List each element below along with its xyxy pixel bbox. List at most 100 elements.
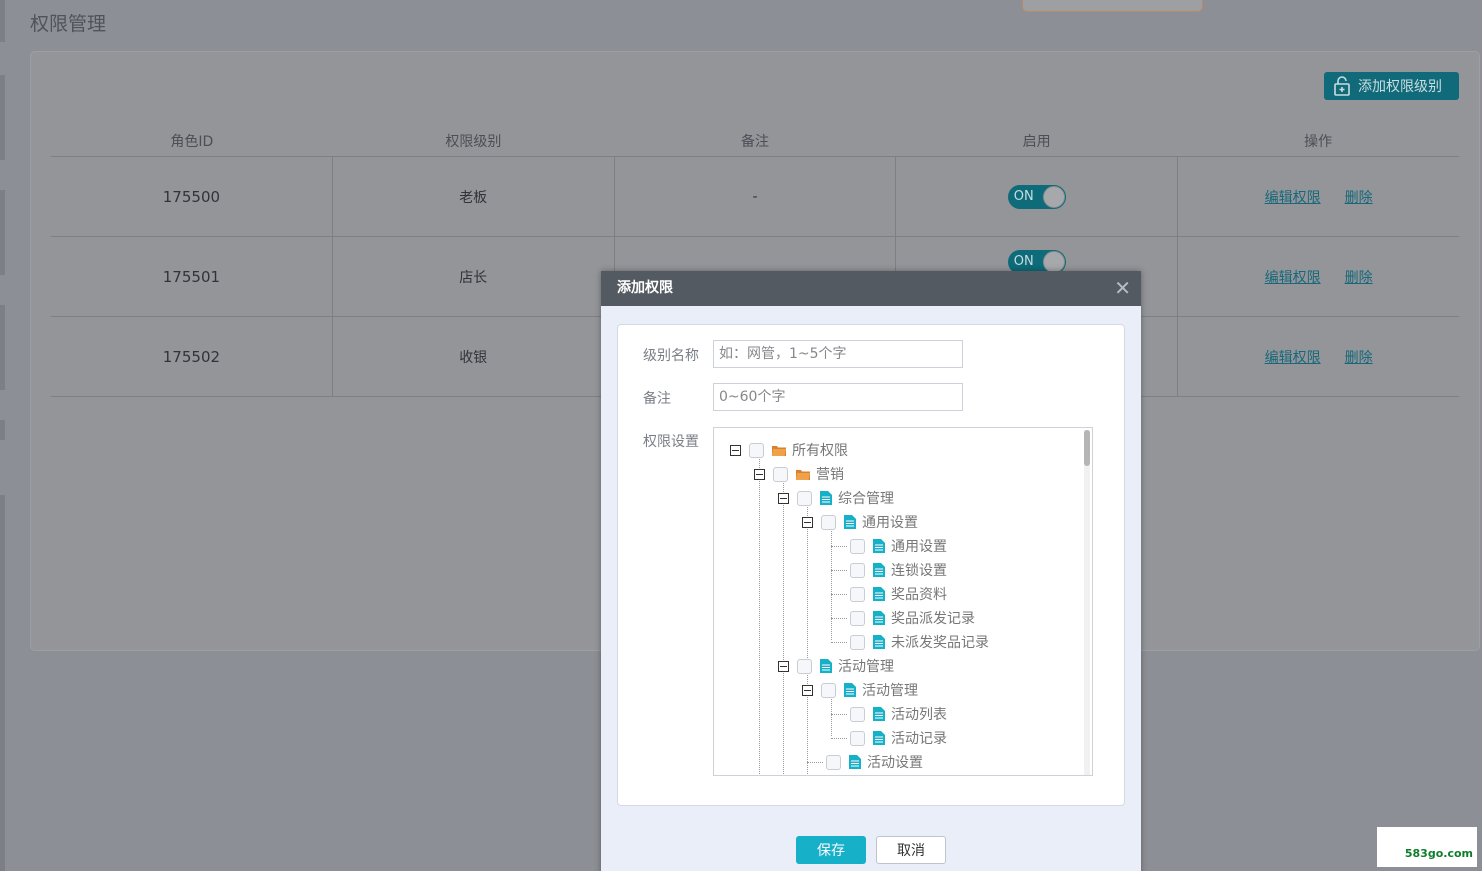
watermark: 583go.com: [1377, 827, 1477, 867]
tree-connector: [831, 617, 847, 619]
tree-connector: [783, 480, 784, 775]
side-rail: [0, 75, 5, 160]
cell-level: 老板: [333, 157, 615, 236]
tree-checkbox[interactable]: [850, 586, 865, 602]
document-icon: [820, 491, 832, 505]
document-icon: [873, 611, 885, 625]
document-icon: [873, 587, 885, 601]
delete-link[interactable]: 删除: [1345, 267, 1373, 287]
collapse-icon[interactable]: [730, 444, 741, 456]
tree-checkbox[interactable]: [797, 658, 812, 674]
edit-permission-link[interactable]: 编辑权限: [1265, 267, 1321, 287]
tree-checkbox[interactable]: [850, 634, 865, 650]
tree-node-label: 奖品派发记录: [891, 611, 975, 627]
collapse-icon[interactable]: [778, 492, 789, 504]
tree-node[interactable]: 奖品资料: [831, 584, 947, 604]
level-name-input[interactable]: [713, 340, 963, 368]
delete-link[interactable]: 删除: [1345, 187, 1373, 207]
tree-connector: [831, 569, 847, 571]
tree-node[interactable]: 活动记录: [831, 728, 947, 748]
dialog-title: 添加权限: [617, 280, 673, 296]
cell-actions: 编辑权限 删除: [1178, 317, 1459, 396]
tree-checkbox[interactable]: [850, 538, 865, 554]
tree-checkbox[interactable]: [850, 610, 865, 626]
cancel-button[interactable]: 取消: [876, 836, 946, 864]
collapse-icon[interactable]: [802, 684, 813, 696]
cell-level: 店长: [333, 237, 615, 316]
toggle-knob: [1042, 185, 1065, 208]
tree-node[interactable]: 综合管理: [778, 488, 894, 508]
tree-connector: [831, 545, 847, 547]
add-level-button[interactable]: 添加权限级别: [1324, 72, 1459, 100]
collapse-icon[interactable]: [802, 516, 813, 528]
close-icon[interactable]: ✕: [1114, 271, 1131, 306]
tree-checkbox[interactable]: [749, 442, 764, 458]
tree-node[interactable]: 活动列表: [831, 704, 947, 724]
tree-connector: [831, 593, 847, 595]
tree-node-label: 活动记录: [891, 731, 947, 747]
tree-checkbox[interactable]: [821, 514, 836, 530]
cell-actions: 编辑权限 删除: [1178, 237, 1459, 316]
tree-node-label: 未派发奖品记录: [891, 635, 989, 651]
tree-checkbox[interactable]: [826, 754, 841, 770]
cell-actions: 编辑权限 删除: [1178, 157, 1459, 236]
cell-note: -: [615, 157, 897, 236]
collapse-icon[interactable]: [778, 660, 789, 672]
tree-checkbox[interactable]: [797, 490, 812, 506]
tree-checkbox[interactable]: [850, 706, 865, 722]
enable-toggle[interactable]: ON: [1007, 249, 1066, 274]
collapse-icon[interactable]: [754, 468, 765, 480]
tree-node-label: 活动管理: [862, 683, 918, 699]
page-title: 权限管理: [30, 13, 107, 35]
tree-node[interactable]: 活动管理: [778, 656, 894, 676]
tree-node[interactable]: 活动设置: [807, 752, 923, 772]
tree-node-label: 奖品资料: [891, 587, 947, 603]
tree-node[interactable]: 所有权限: [730, 440, 848, 460]
edit-permission-link[interactable]: 编辑权限: [1265, 347, 1321, 367]
toggle-label: ON: [1013, 188, 1034, 204]
tree-checkbox[interactable]: [773, 466, 788, 482]
add-permission-dialog: 添加权限 ✕ 级别名称 备注 权限设置 所有权限 营销: [601, 271, 1141, 871]
side-rail: [0, 0, 5, 42]
tree-node[interactable]: 连锁设置: [831, 560, 947, 580]
tree-node[interactable]: 未派发奖品记录: [831, 632, 989, 652]
enable-toggle[interactable]: ON: [1007, 184, 1066, 209]
folder-icon: [796, 468, 810, 480]
tree-node-label: 活动列表: [891, 707, 947, 723]
tree-node-label: 通用设置: [862, 515, 918, 531]
toggle-label: ON: [1013, 253, 1034, 269]
tree-scrollbar[interactable]: [1084, 430, 1090, 775]
level-name-label: 级别名称: [643, 348, 699, 364]
side-rail: [0, 420, 5, 440]
edit-permission-link[interactable]: 编辑权限: [1265, 187, 1321, 207]
tree-node[interactable]: 活动管理: [802, 680, 918, 700]
document-icon: [873, 539, 885, 553]
cell-level: 收银: [333, 317, 615, 396]
document-icon: [873, 635, 885, 649]
cell-role-id: 175502: [51, 317, 333, 396]
folder-icon: [772, 444, 786, 456]
form-card: 级别名称 备注 权限设置 所有权限 营销: [617, 324, 1125, 806]
tree-connector: [759, 456, 760, 775]
tree-scroll-thumb[interactable]: [1084, 430, 1090, 466]
note-input[interactable]: [713, 383, 963, 411]
delete-link[interactable]: 删除: [1345, 347, 1373, 367]
tree-checkbox[interactable]: [850, 562, 865, 578]
col-header-actions: 操作: [1304, 134, 1333, 150]
document-icon: [873, 707, 885, 721]
document-icon: [849, 755, 861, 769]
tree-node[interactable]: 通用设置: [831, 536, 947, 556]
tree-checkbox[interactable]: [821, 682, 836, 698]
dropdown-popup: [1022, 0, 1203, 12]
tree-node[interactable]: 奖品派发记录: [831, 608, 975, 628]
document-icon: [873, 563, 885, 577]
tree-node-label: 活动设置: [867, 755, 923, 771]
cell-role-id: 175501: [51, 237, 333, 316]
tree-node[interactable]: 通用设置: [802, 512, 918, 532]
tree-connector: [831, 713, 847, 715]
col-header-enabled: 启用: [1022, 134, 1051, 150]
save-button[interactable]: 保存: [796, 836, 866, 864]
tree-node[interactable]: 营销: [754, 464, 844, 484]
tree-checkbox[interactable]: [850, 730, 865, 746]
table-header: 角色ID 权限级别 备注 启用 操作: [51, 130, 1459, 157]
